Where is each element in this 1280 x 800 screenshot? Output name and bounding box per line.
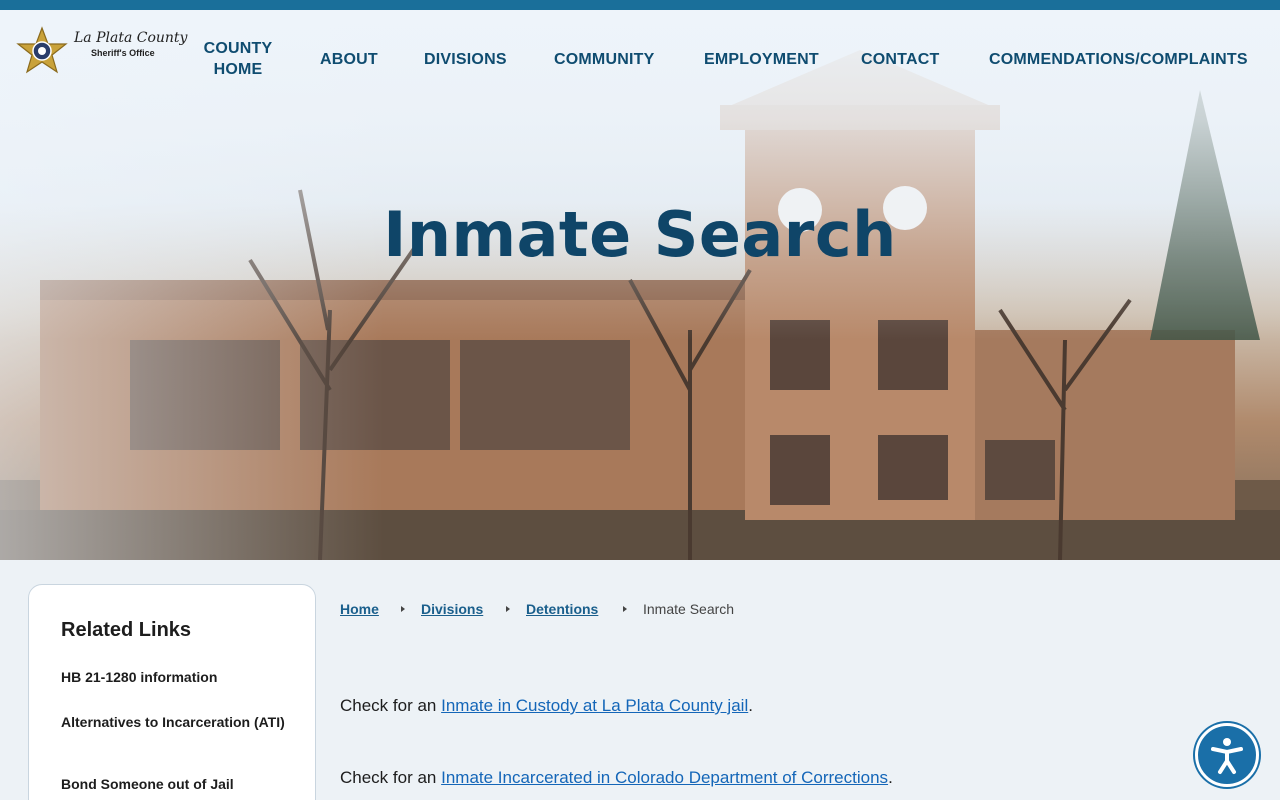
page-title: Inmate Search [383,198,897,271]
paragraph-prefix: Check for an [340,768,442,787]
nav-contact[interactable]: CONTACT [861,49,939,70]
inmate-custody-link[interactable]: Inmate in Custody at La Plata County jai… [441,696,748,715]
nav-divisions[interactable]: DIVISIONS [424,49,507,70]
chevron-right-icon [623,606,627,612]
nav-employment[interactable]: EMPLOYMENT [704,49,819,70]
hero-banner [0,10,1280,560]
accessibility-icon [1211,738,1243,774]
related-link-hb21[interactable]: HB 21-1280 information [61,669,291,686]
sheriff-star-icon[interactable] [14,24,74,88]
logo-subtitle[interactable]: Sheriff's Office [91,48,155,58]
colorado-doc-link[interactable]: Inmate Incarcerated in Colorado Departme… [441,768,888,787]
breadcrumb-current: Inmate Search [643,601,735,617]
nav-about[interactable]: ABOUT [320,49,378,70]
content-paragraph-local: Check for an Inmate in Custody at La Pla… [340,696,753,716]
chevron-right-icon [401,606,405,612]
logo-title[interactable]: La Plata County [74,30,187,46]
nav-county-home[interactable]: COUNTY HOME [198,38,278,80]
nav-commendations-complaints[interactable]: COMMENDATIONS/COMPLAINTS [989,49,1248,70]
nav-community[interactable]: COMMUNITY [554,49,654,70]
top-accent-bar [0,0,1280,10]
related-links-panel: Related Links HB 21-1280 information Alt… [28,584,316,800]
related-links-heading: Related Links [61,619,192,641]
paragraph-prefix: Check for an [340,696,442,715]
content-paragraph-state: Check for an Inmate Incarcerated in Colo… [340,768,893,788]
related-link-ati[interactable]: Alternatives to Incarceration (ATI) [61,714,291,731]
related-link-bond[interactable]: Bond Someone out of Jail [61,776,291,793]
breadcrumb-home[interactable]: Home [340,601,379,617]
paragraph-suffix: . [888,768,893,787]
breadcrumb-divisions[interactable]: Divisions [421,601,483,617]
paragraph-suffix: . [748,696,753,715]
breadcrumb-detentions[interactable]: Detentions [526,601,598,617]
chevron-right-icon [506,606,510,612]
accessibility-button[interactable] [1195,723,1259,787]
hero-overlay [0,10,1280,560]
